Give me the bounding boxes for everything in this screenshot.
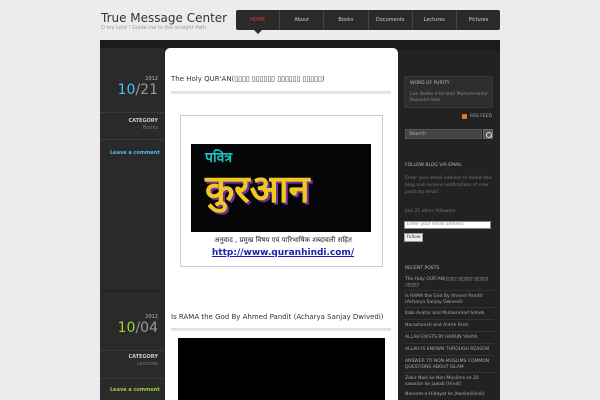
post-date: 10/21	[117, 82, 158, 98]
category-label: CATEGORY	[128, 118, 158, 124]
image-subtitle: अनुवाद , प्रमुख विषय एवं पारिभाषिक शब्दा…	[214, 236, 352, 244]
recent-post-link[interactable]: ALLAH EXISTS BY HARUN YAHYA	[405, 335, 495, 341]
recent-post-link[interactable]: Narashansh and Antim Rishi	[405, 323, 495, 329]
divider	[404, 290, 494, 291]
image-text-pavitra: पवित्र	[205, 150, 233, 166]
divider	[404, 343, 494, 344]
divider	[100, 350, 164, 351]
search-icon[interactable]	[483, 129, 493, 139]
widget-body: Laa Ilaaha il-lal-laah Muhammadur Rasool…	[410, 92, 489, 103]
word-of-purity-widget: WORD OF PURITY Laa Ilaaha il-lal-laah Mu…	[404, 76, 493, 108]
title-rule	[171, 328, 391, 331]
follow-widget-title: FOLLOW BLOG VIA EMAIL	[405, 163, 462, 168]
site-title[interactable]: True Message Center	[101, 11, 227, 25]
site-tagline: O my Lord ! Guide me to the straight Pat…	[101, 25, 207, 31]
recent-post-link[interactable]: Is RAMA the God By Ahmed Pandit (Acharya…	[405, 294, 495, 306]
recent-post-link[interactable]: ALLAH IS KNOWN THROUGH REASON	[405, 347, 495, 353]
nav-documents[interactable]: Documents	[369, 10, 413, 30]
video-embed[interactable]	[178, 338, 385, 400]
follow-button[interactable]: Follow	[404, 233, 423, 242]
nav-pictures[interactable]: Pictures	[457, 10, 500, 30]
recent-posts-title: RECENT POSTS	[405, 266, 440, 271]
recent-post-link[interactable]: Zakir Naik ke Non-Muslims se 20 sawalon …	[405, 376, 495, 388]
recent-post-link[interactable]: The Holy QUR'AN(▯▯▯▯ ▯▯▯▯▯▯ ▯▯▯▯▯▯ ▯▯▯▯▯…	[405, 277, 495, 289]
quranhindi-link[interactable]: http://www.quranhindi.com/	[183, 248, 383, 258]
nav-about[interactable]: About	[280, 10, 325, 30]
post-meta-2: 2012 10/04 CATEGORY Lectures	[100, 292, 164, 400]
category-label: CATEGORY	[128, 354, 158, 360]
post-month: 10	[117, 320, 136, 336]
recent-post-link[interactable]: ANSWER TO NON-MUSLIMS COMMON QUESTIONS A…	[405, 359, 495, 371]
search-input[interactable]: Search	[405, 129, 482, 139]
nav-books[interactable]: Books	[324, 10, 369, 30]
divider	[404, 307, 494, 308]
divider	[404, 319, 494, 320]
divider	[100, 139, 164, 140]
post-date: 10/04	[117, 320, 158, 336]
nav-home[interactable]: HOME	[236, 10, 281, 34]
category-link[interactable]: Books	[143, 125, 158, 131]
divider	[404, 355, 494, 356]
title-rule	[171, 91, 391, 94]
main-nav: HOME About Books Documents Lectures Pict…	[236, 10, 500, 34]
email-field[interactable]: Enter your email address	[404, 221, 491, 229]
post-day: 04	[140, 320, 158, 336]
nav-lectures[interactable]: Lectures	[413, 10, 457, 30]
divider	[100, 378, 164, 379]
recent-post-link[interactable]: Kabi Avatar and Muhammad Saheb	[405, 311, 495, 317]
leave-comment-link[interactable]: Leave a comment	[110, 150, 160, 156]
post-title[interactable]: The Holy QUR'AN(▯▯▯▯ ▯▯▯▯▯▯ ▯▯▯▯▯▯ ▯▯▯▯▯…	[171, 75, 325, 83]
leave-comment-link[interactable]: Leave a comment	[110, 387, 160, 393]
rss-feed-link[interactable]: RSS FEED	[470, 114, 492, 119]
post-title[interactable]: Is RAMA the God By Ahmed Pandit (Acharya…	[171, 313, 384, 321]
quran-cover-image[interactable]: पवित्र कुरआन	[191, 144, 371, 232]
post-day: 21	[140, 82, 158, 98]
widget-title: WORD OF PURITY	[410, 81, 450, 86]
post-month: 10	[117, 82, 136, 98]
category-link[interactable]: Lectures	[137, 361, 158, 367]
image-text-quran: कुरआन	[205, 167, 310, 211]
divider	[100, 112, 164, 113]
divider	[404, 372, 494, 373]
divider	[404, 331, 494, 332]
post-meta-1: 2012 10/21 CATEGORY Books	[100, 48, 164, 290]
recent-post-link[interactable]: Nassem-e-Hidayat ke Jhonke(Hindi)	[405, 392, 495, 398]
follower-count: Join 21 other followers	[405, 209, 456, 214]
follow-description: Enter your email address to follow this …	[405, 176, 492, 195]
rss-icon[interactable]	[462, 114, 467, 119]
